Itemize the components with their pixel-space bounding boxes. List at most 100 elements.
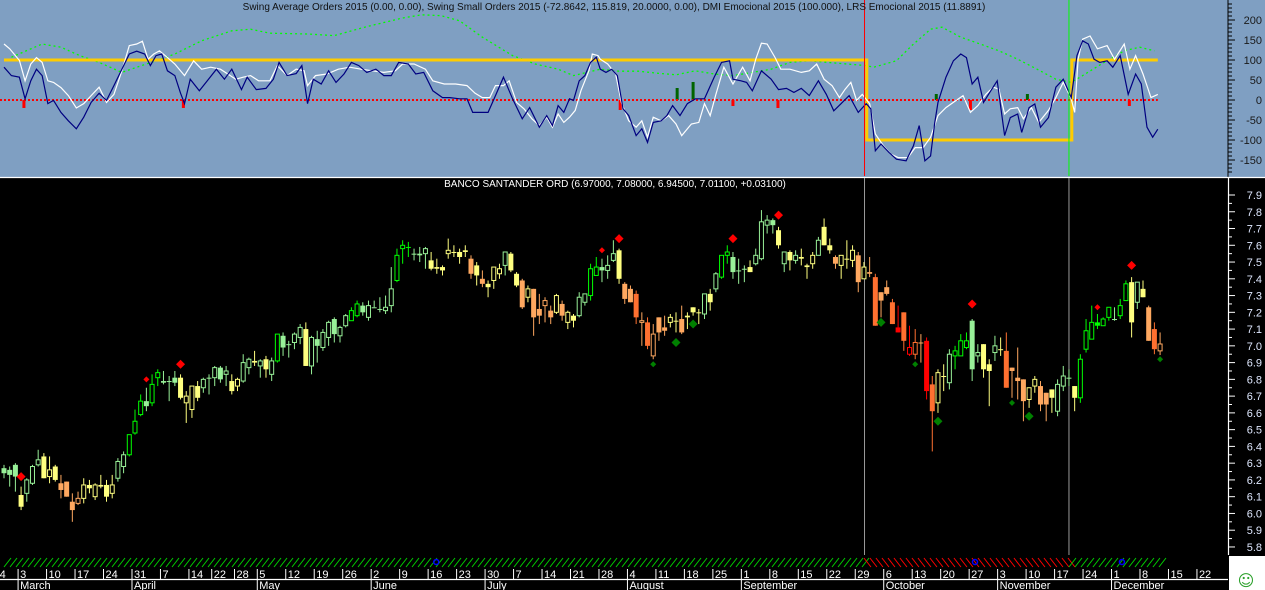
candle[interactable]	[667, 313, 673, 328]
candle[interactable]	[354, 300, 360, 318]
candle[interactable]	[776, 226, 782, 249]
candle[interactable]	[542, 297, 548, 323]
candle[interactable]	[269, 357, 275, 382]
candle[interactable]	[212, 365, 218, 387]
candle[interactable]	[593, 257, 599, 276]
candle[interactable]	[912, 329, 918, 360]
candle[interactable]	[1089, 305, 1095, 340]
candle[interactable]	[679, 305, 685, 335]
candle[interactable]	[1026, 387, 1032, 408]
candle[interactable]	[86, 479, 92, 494]
candle[interactable]	[417, 246, 423, 263]
candle[interactable]	[451, 245, 457, 258]
candle[interactable]	[1060, 365, 1066, 392]
price-panel[interactable]	[1, 178, 1164, 555]
candle[interactable]	[684, 312, 690, 330]
candle[interactable]	[121, 451, 127, 474]
candle[interactable]	[565, 310, 571, 330]
candle[interactable]	[770, 218, 776, 234]
candle[interactable]	[172, 370, 178, 387]
candle[interactable]	[240, 354, 246, 383]
candle[interactable]	[223, 365, 229, 387]
candle[interactable]	[946, 349, 952, 390]
candle[interactable]	[47, 456, 53, 484]
candle[interactable]	[741, 265, 747, 283]
candle[interactable]	[861, 262, 867, 280]
candle[interactable]	[850, 245, 856, 268]
candle[interactable]	[52, 464, 58, 482]
candle[interactable]	[257, 359, 263, 378]
candle[interactable]	[713, 272, 719, 293]
candle[interactable]	[7, 466, 13, 487]
candle[interactable]	[502, 251, 508, 276]
candle[interactable]	[701, 293, 707, 320]
candle[interactable]	[166, 376, 172, 402]
candle[interactable]	[690, 307, 696, 316]
candle[interactable]	[1009, 367, 1015, 398]
candle[interactable]	[1112, 307, 1118, 321]
candle[interactable]	[855, 251, 861, 293]
candle[interactable]	[206, 374, 212, 395]
candle[interactable]	[29, 464, 35, 485]
candle[interactable]	[1083, 319, 1089, 353]
candle[interactable]	[1020, 379, 1026, 422]
candle[interactable]	[445, 238, 451, 259]
candle[interactable]	[650, 324, 656, 360]
candle[interactable]	[553, 293, 559, 314]
candle[interactable]	[104, 479, 110, 502]
candle[interactable]	[326, 320, 332, 346]
candle[interactable]	[1106, 306, 1112, 321]
candle[interactable]	[1100, 317, 1106, 327]
candle[interactable]	[781, 251, 787, 273]
candle[interactable]	[365, 300, 371, 321]
candle[interactable]	[622, 282, 628, 304]
candle[interactable]	[377, 297, 383, 313]
candle[interactable]	[440, 265, 446, 276]
candle[interactable]	[462, 245, 468, 258]
candle[interactable]	[787, 250, 793, 271]
candle[interactable]	[536, 293, 542, 325]
candle[interactable]	[719, 254, 725, 279]
candle[interactable]	[918, 334, 924, 363]
candle[interactable]	[200, 377, 206, 393]
candle[interactable]	[531, 288, 537, 336]
candle[interactable]	[639, 312, 645, 346]
candle[interactable]	[309, 335, 315, 375]
candle[interactable]	[627, 285, 633, 303]
candle[interactable]	[252, 350, 258, 366]
candle[interactable]	[155, 369, 161, 387]
candle[interactable]	[1015, 347, 1021, 400]
candle[interactable]	[525, 285, 531, 303]
candle[interactable]	[696, 308, 702, 325]
candle[interactable]	[320, 329, 326, 351]
candle[interactable]	[992, 335, 998, 361]
candle[interactable]	[747, 260, 753, 273]
candle[interactable]	[1072, 386, 1078, 412]
candle[interactable]	[753, 248, 759, 266]
candle[interactable]	[810, 251, 816, 269]
candle[interactable]	[81, 478, 87, 504]
candle[interactable]	[588, 263, 594, 301]
candle[interactable]	[901, 312, 907, 351]
candle[interactable]	[576, 292, 582, 318]
candle[interactable]	[884, 280, 890, 296]
candle[interactable]	[1140, 280, 1146, 298]
candle[interactable]	[514, 272, 520, 288]
candle[interactable]	[286, 340, 292, 358]
candle[interactable]	[958, 334, 964, 357]
candle[interactable]	[263, 355, 269, 378]
candle[interactable]	[758, 210, 764, 261]
candle[interactable]	[730, 251, 736, 279]
candle[interactable]	[844, 240, 850, 269]
candle[interactable]	[793, 250, 799, 264]
candle[interactable]	[981, 344, 987, 378]
candle[interactable]	[1134, 281, 1140, 309]
candle[interactable]	[929, 376, 935, 452]
candle[interactable]	[924, 337, 930, 400]
candle[interactable]	[548, 305, 554, 325]
candle[interactable]	[707, 288, 713, 311]
candle[interactable]	[1066, 369, 1072, 387]
candle[interactable]	[571, 313, 576, 328]
candle[interactable]	[895, 305, 901, 333]
candle[interactable]	[610, 240, 616, 263]
